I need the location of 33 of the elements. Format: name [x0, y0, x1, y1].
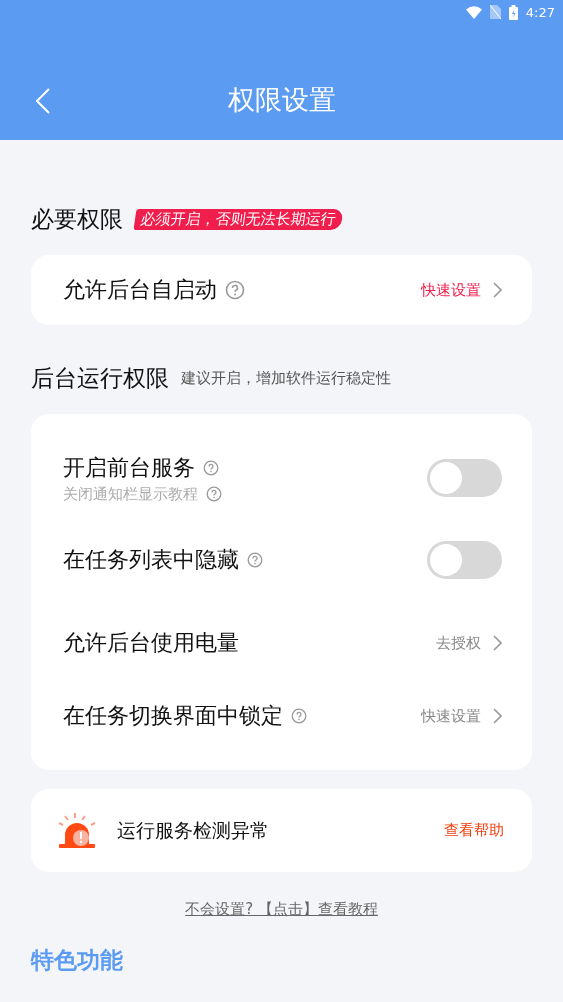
chevron-right-icon — [493, 708, 502, 724]
chevron-right-icon — [493, 282, 502, 298]
section-title: 特色功能 — [31, 946, 124, 975]
setting-subtitle: 关闭通知栏显示教程 — [63, 484, 198, 504]
help-icon[interactable] — [206, 486, 222, 502]
setting-label: 在任务列表中隐藏 — [63, 546, 239, 574]
help-icon[interactable] — [247, 552, 263, 568]
help-icon[interactable] — [225, 280, 245, 300]
toggle-switch[interactable] — [427, 459, 502, 497]
battery-icon — [508, 4, 518, 20]
status-time: 4:27 — [525, 4, 555, 20]
alarm-light-icon — [57, 812, 97, 849]
tutorial-link[interactable]: 不会设置? 【点击】查看教程 — [185, 900, 378, 919]
warning-tag: 必须开启，否则无法长期运行 — [133, 209, 344, 230]
chevron-right-icon — [493, 635, 502, 651]
section-title: 必要权限 — [31, 205, 123, 234]
section-hint: 建议开启，增加软件运行稳定性 — [181, 369, 391, 388]
setting-label: 开启前台服务 — [63, 453, 195, 482]
help-icon[interactable] — [291, 708, 307, 724]
help-icon[interactable] — [203, 459, 219, 476]
help-link[interactable]: 查看帮助 — [444, 821, 504, 840]
wifi-icon — [465, 5, 482, 19]
setting-label: 在任务切换界面中锁定 — [63, 702, 283, 730]
setting-label: 允许后台使用电量 — [63, 629, 239, 657]
setting-label: 允许后台自启动 — [63, 276, 217, 304]
action-link[interactable]: 快速设置 — [421, 706, 502, 726]
section-title: 后台运行权限 — [31, 364, 169, 393]
no-sim-icon — [489, 5, 501, 19]
toggle-switch[interactable] — [427, 541, 502, 579]
action-link[interactable]: 快速设置 — [421, 280, 502, 300]
page-title: 权限设置 — [227, 83, 336, 117]
action-link[interactable]: 去授权 — [436, 633, 502, 653]
alert-message: 运行服务检测异常 — [117, 817, 270, 843]
